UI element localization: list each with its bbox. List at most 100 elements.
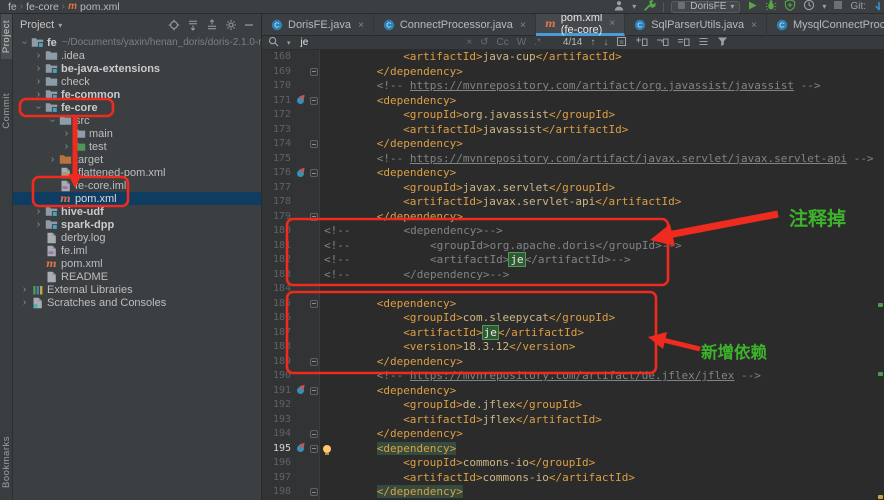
tree-item-fe-core[interactable]: ›fe-core: [13, 101, 261, 114]
code-line-168[interactable]: 168<artifactId>java-cup</artifactId>: [262, 50, 884, 65]
hide-panel-icon[interactable]: [244, 20, 254, 30]
match-stripe-mark[interactable]: [878, 372, 883, 376]
project-panel-title[interactable]: Project: [20, 19, 54, 31]
user-dropdown-caret[interactable]: ▾: [632, 2, 636, 11]
tab-close-icon[interactable]: ×: [751, 20, 757, 31]
collapse-all-icon[interactable]: [206, 19, 218, 31]
tree-item-main[interactable]: ›main: [13, 127, 261, 140]
tab-close-icon[interactable]: ×: [609, 18, 615, 29]
code-text[interactable]: <artifactId>java-cup</artifactId>: [320, 50, 622, 65]
code-text[interactable]: </dependency>: [320, 65, 463, 80]
fold-marker-icon[interactable]: [307, 140, 320, 148]
run-config-selector[interactable]: DorisFE ▾: [671, 1, 740, 13]
tree-chevron-icon[interactable]: ›: [33, 89, 44, 100]
tree-item-test[interactable]: ›test: [13, 140, 261, 153]
code-line-178[interactable]: 178<artifactId>javax.servlet-api</artifa…: [262, 195, 884, 210]
tab-close-icon[interactable]: ×: [358, 20, 364, 31]
gutter-dependency-icon[interactable]: [294, 445, 307, 452]
search-input[interactable]: je: [301, 37, 309, 48]
tree-item-src[interactable]: ›src: [13, 114, 261, 127]
expand-all-icon[interactable]: [187, 19, 199, 31]
tree-chevron-icon[interactable]: ›: [33, 219, 44, 230]
code-line-193[interactable]: 193<artifactId>jflex</artifactId>: [262, 413, 884, 428]
tree-chevron-icon[interactable]: ›: [47, 154, 58, 165]
code-text[interactable]: <!-- </dependency>-->: [320, 268, 509, 283]
code-line-192[interactable]: 192<groupId>de.jflex</groupId>: [262, 398, 884, 413]
intention-bulb-icon[interactable]: [323, 445, 331, 453]
code-line-189[interactable]: 189</dependency>: [262, 355, 884, 370]
code-text[interactable]: <groupId>com.sleepycat</groupId>: [320, 311, 615, 326]
match-stripe-mark[interactable]: [878, 303, 883, 307]
code-text[interactable]: <dependency>: [320, 384, 456, 399]
tab-pom-xml-fe-core-[interactable]: mpom.xml (fe-core)×: [536, 14, 625, 36]
fold-marker-icon[interactable]: [307, 430, 320, 438]
code-text[interactable]: <dependency>: [320, 94, 456, 109]
search-again-icon[interactable]: ↺: [480, 37, 488, 48]
tab-sqlparserutils-java[interactable]: CSqlParserUtils.java×: [625, 14, 767, 36]
tree-chevron-icon[interactable]: ›: [33, 102, 44, 113]
user-icon[interactable]: [613, 0, 625, 14]
git-update-icon[interactable]: [873, 1, 880, 13]
breadcrumb-item[interactable]: fe: [8, 1, 17, 13]
code-text[interactable]: <artifactId>javax.servlet-api</artifactI…: [320, 195, 681, 210]
code-line-183[interactable]: 183<!-- </dependency>-->: [262, 268, 884, 283]
code-text[interactable]: <!-- https://mvnrepository.com/artifact/…: [320, 79, 821, 94]
code-line-181[interactable]: 181<!-- <groupId>org.apache.doris</group…: [262, 239, 884, 254]
tree-item-spark-dpp[interactable]: ›spark-dpp: [13, 218, 261, 231]
code-line-191[interactable]: 191<dependency>: [262, 384, 884, 399]
code-line-180[interactable]: 180<!-- <dependency>-->: [262, 224, 884, 239]
fold-marker-icon[interactable]: [307, 68, 320, 76]
tree-item-readme[interactable]: README: [13, 270, 261, 283]
profiler-caret[interactable]: ▾: [822, 2, 826, 11]
run-button[interactable]: [747, 0, 758, 14]
tree-item-fe[interactable]: ›fe~/Documents/yaxin/henan_doris/doris-2…: [13, 36, 261, 49]
debug-button[interactable]: [765, 0, 777, 14]
code-text[interactable]: <dependency>: [320, 297, 456, 312]
fold-marker-icon[interactable]: [307, 387, 320, 395]
tree-item-derby-log[interactable]: derby.log: [13, 231, 261, 244]
fold-marker-icon[interactable]: [307, 358, 320, 366]
code-line-184[interactable]: 184: [262, 282, 884, 297]
code-text[interactable]: </dependency>: [320, 427, 463, 442]
find-toggle-[interactable]: .*: [534, 37, 541, 48]
fold-marker-icon[interactable]: [307, 445, 320, 453]
code-line-190[interactable]: 190<!-- https://mvnrepository.com/artifa…: [262, 369, 884, 384]
code-text[interactable]: <groupId>commons-io</groupId>: [320, 456, 595, 471]
tree-item-check[interactable]: ›check: [13, 75, 261, 88]
code-line-176[interactable]: 176<dependency>: [262, 166, 884, 181]
code-line-187[interactable]: 187<artifactId>je</artifactId>: [262, 326, 884, 341]
next-match-icon[interactable]: ↓: [603, 37, 608, 48]
code-text[interactable]: <groupId>de.jflex</groupId>: [320, 398, 582, 413]
fold-marker-icon[interactable]: [307, 300, 320, 308]
code-text[interactable]: </dependency>: [320, 137, 463, 152]
code-line-198[interactable]: 198</dependency>: [262, 485, 884, 500]
code-line-173[interactable]: 173<artifactId>javassist</artifactId>: [262, 123, 884, 138]
gutter-dependency-icon[interactable]: [294, 170, 307, 177]
fold-marker-icon[interactable]: [307, 169, 320, 177]
warning-stripe-mark[interactable]: [878, 495, 883, 499]
previous-match-icon[interactable]: ↑: [590, 37, 595, 48]
code-text[interactable]: </dependency>: [320, 485, 463, 500]
code-line-169[interactable]: 169</dependency>: [262, 65, 884, 80]
tree-item-hive-udf[interactable]: ›hive-udf: [13, 205, 261, 218]
code-text[interactable]: <!-- https://mvnrepository.com/artifact/…: [320, 369, 761, 384]
error-stripe[interactable]: [878, 50, 883, 500]
fold-marker-icon[interactable]: [307, 488, 320, 496]
code-line-172[interactable]: 172<groupId>org.javassist</groupId>: [262, 108, 884, 123]
tree-item-scratches-and-consoles[interactable]: ›Scratches and Consoles: [13, 296, 261, 309]
tree-chevron-icon[interactable]: ›: [19, 297, 30, 308]
code-line-194[interactable]: 194</dependency>: [262, 427, 884, 442]
tree-item-pom-xml[interactable]: mpom.xml: [13, 192, 261, 205]
tree-item-external-libraries[interactable]: ›External Libraries: [13, 283, 261, 296]
code-line-171[interactable]: 171<dependency>: [262, 94, 884, 109]
tree-chevron-icon[interactable]: ›: [33, 50, 44, 61]
tree-item-be-java-extensions[interactable]: ›be-java-extensions: [13, 62, 261, 75]
settings-gear-icon[interactable]: [225, 19, 237, 31]
tab-close-icon[interactable]: ×: [520, 20, 526, 31]
project-view-caret[interactable]: ▾: [58, 21, 62, 30]
gutter-dependency-icon[interactable]: [294, 97, 307, 104]
code-text[interactable]: <groupId>javax.servlet</groupId>: [320, 181, 615, 196]
code-line-196[interactable]: 196<groupId>commons-io</groupId>: [262, 456, 884, 471]
code-text[interactable]: <artifactId>jflex</artifactId>: [320, 413, 602, 428]
code-line-179[interactable]: 179</dependency>: [262, 210, 884, 225]
